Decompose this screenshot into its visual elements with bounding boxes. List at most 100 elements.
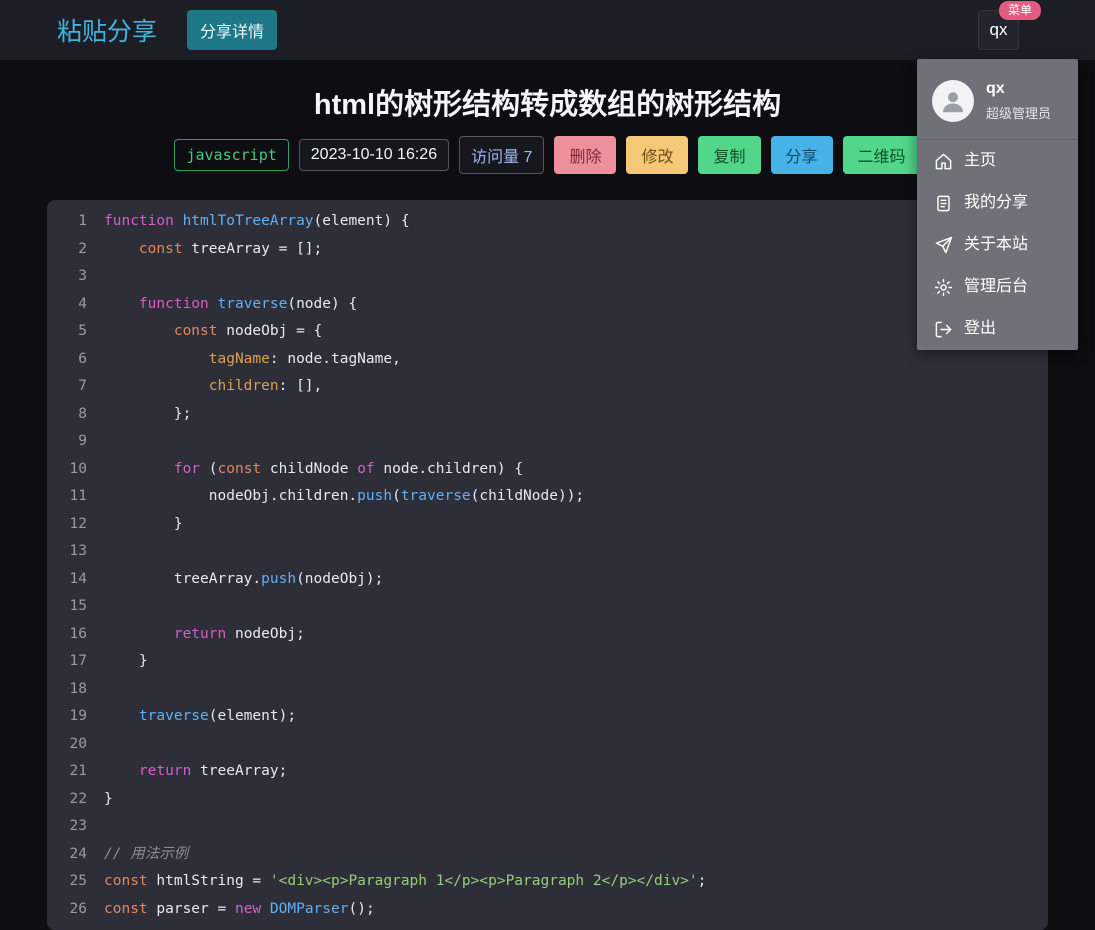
dropdown-role: 超级管理员 [986, 106, 1052, 121]
code-line: 23 [47, 813, 1048, 841]
line-number: 13 [69, 543, 87, 559]
code-line: 25 const htmlString = '<div><p>Paragraph … [47, 868, 1048, 896]
code-block: 1 function htmlToTreeArray(element) { 2 co… [47, 200, 1048, 930]
code-text: } [104, 653, 148, 669]
code-line: 10 for (const childNode of node.children… [47, 456, 1048, 484]
brand-title[interactable]: 粘贴分享 [57, 12, 157, 48]
code-line: 17 } [47, 648, 1048, 676]
visit-count: 访问量 7 [459, 136, 545, 174]
dropdown-item-label: 管理后台 [964, 278, 1029, 295]
line-number: 4 [78, 295, 87, 312]
dropdown-item-document[interactable]: 我的分享 [917, 182, 1078, 224]
line-number: 9 [78, 433, 87, 449]
menu-badge: 菜单 [998, 1, 1041, 20]
code-line: 1 function htmlToTreeArray(element) { [47, 208, 1048, 236]
dropdown-item-gear[interactable]: 管理后台 [917, 266, 1078, 308]
code-text: children: [], [208, 378, 323, 394]
qrcode-button[interactable]: 二维码 [842, 136, 921, 174]
code-text: treeArray.push(nodeObj); [104, 570, 384, 587]
line-number: 2 [78, 240, 87, 257]
code-text: return nodeObj; [173, 625, 305, 642]
line-number: 7 [78, 378, 87, 394]
line-number: 19 [69, 708, 87, 724]
action-buttons: 删除 修改 复制 分享 二维码 [554, 136, 921, 174]
code-text: function traverse(node) { [138, 295, 358, 312]
line-number: 23 [69, 818, 87, 834]
code-line: 5 const nodeObj = { [47, 318, 1048, 346]
code-line: 8 }; [47, 401, 1048, 429]
code-line: 4 function traverse(node) { [47, 291, 1048, 319]
send-icon [934, 236, 953, 255]
dropdown-item-send[interactable]: 关于本站 [917, 224, 1078, 266]
dropdown-item-label: 我的分享 [964, 194, 1029, 211]
code-line: 22} [47, 786, 1048, 814]
home-icon [934, 152, 953, 171]
share-button[interactable]: 分享 [770, 136, 833, 174]
avatar [932, 80, 974, 122]
code-line: 18 [47, 676, 1048, 704]
code-text: const htmlString = '<div><p>Paragraph 1<… [104, 873, 707, 889]
code-line: 13 [47, 538, 1048, 566]
code-text: return treeArray; [138, 763, 288, 779]
logout-icon [934, 320, 953, 339]
user-text: qx 超级管理员 [986, 80, 1051, 122]
dropdown-items: 主页我的分享关于本站管理后台登出 [917, 140, 1078, 350]
delete-button[interactable]: 删除 [554, 136, 617, 174]
code-line: 20 [47, 731, 1048, 759]
code-line: 2 const treeArray = []; [47, 236, 1048, 264]
navbar: 粘贴分享 分享详情 qx 菜单 [0, 0, 1095, 60]
line-number: 16 [69, 625, 87, 642]
code-line: 15 [47, 593, 1048, 621]
code-line: 24 // 用法示例 [47, 841, 1048, 869]
code-text: const nodeObj = { [173, 323, 323, 339]
line-number: 14 [69, 570, 87, 587]
line-number: 21 [69, 763, 87, 779]
line-number: 24 [69, 845, 87, 862]
line-number: 17 [69, 653, 87, 669]
user-info-section: qx 超级管理员 [917, 59, 1078, 140]
code-text: }; [104, 405, 192, 422]
dropdown-item-logout[interactable]: 登出 [917, 308, 1078, 350]
dropdown-username: qx [986, 80, 1005, 97]
line-number: 3 [78, 268, 87, 284]
share-detail-button[interactable]: 分享详情 [187, 10, 278, 50]
code-text: } [104, 790, 113, 807]
line-number: 26 [69, 900, 87, 917]
line-number: 8 [78, 405, 87, 422]
code-text: const parser = new DOMParser(); [104, 900, 375, 917]
edit-button[interactable]: 修改 [626, 136, 689, 174]
document-icon [934, 194, 953, 213]
dropdown-item-home[interactable]: 主页 [917, 140, 1078, 182]
line-number: 10 [69, 460, 87, 477]
line-number: 1 [78, 213, 87, 229]
code-line: 9 [47, 428, 1048, 456]
code-text: function htmlToTreeArray(element) { [104, 213, 410, 229]
copy-button[interactable]: 复制 [698, 136, 761, 174]
code-line: 6 tagName: node.tagName, [47, 346, 1048, 374]
code-text: const treeArray = []; [138, 240, 323, 257]
line-number: 18 [69, 680, 87, 697]
dropdown-item-label: 关于本站 [964, 236, 1029, 253]
language-tag: javascript [174, 139, 289, 171]
post-date: 2023-10-10 16:26 [298, 139, 450, 171]
code-line: 16 return nodeObj; [47, 621, 1048, 649]
dropdown-item-label: 主页 [964, 152, 997, 169]
code-line: 21 return treeArray; [47, 758, 1048, 786]
line-number: 20 [69, 735, 87, 752]
code-line: 7 children: [], [47, 373, 1048, 401]
gear-icon [934, 278, 953, 297]
code-line: 12 } [47, 511, 1048, 539]
dropdown-item-label: 登出 [964, 320, 997, 337]
code-line: 3 [47, 263, 1048, 291]
code-text: nodeObj.children.push(traverse(childNode… [104, 488, 585, 504]
person-icon [943, 92, 963, 113]
code-line: 14 treeArray.push(nodeObj); [47, 566, 1048, 594]
code-line: 11 nodeObj.children.push(traverse(childN… [47, 483, 1048, 511]
